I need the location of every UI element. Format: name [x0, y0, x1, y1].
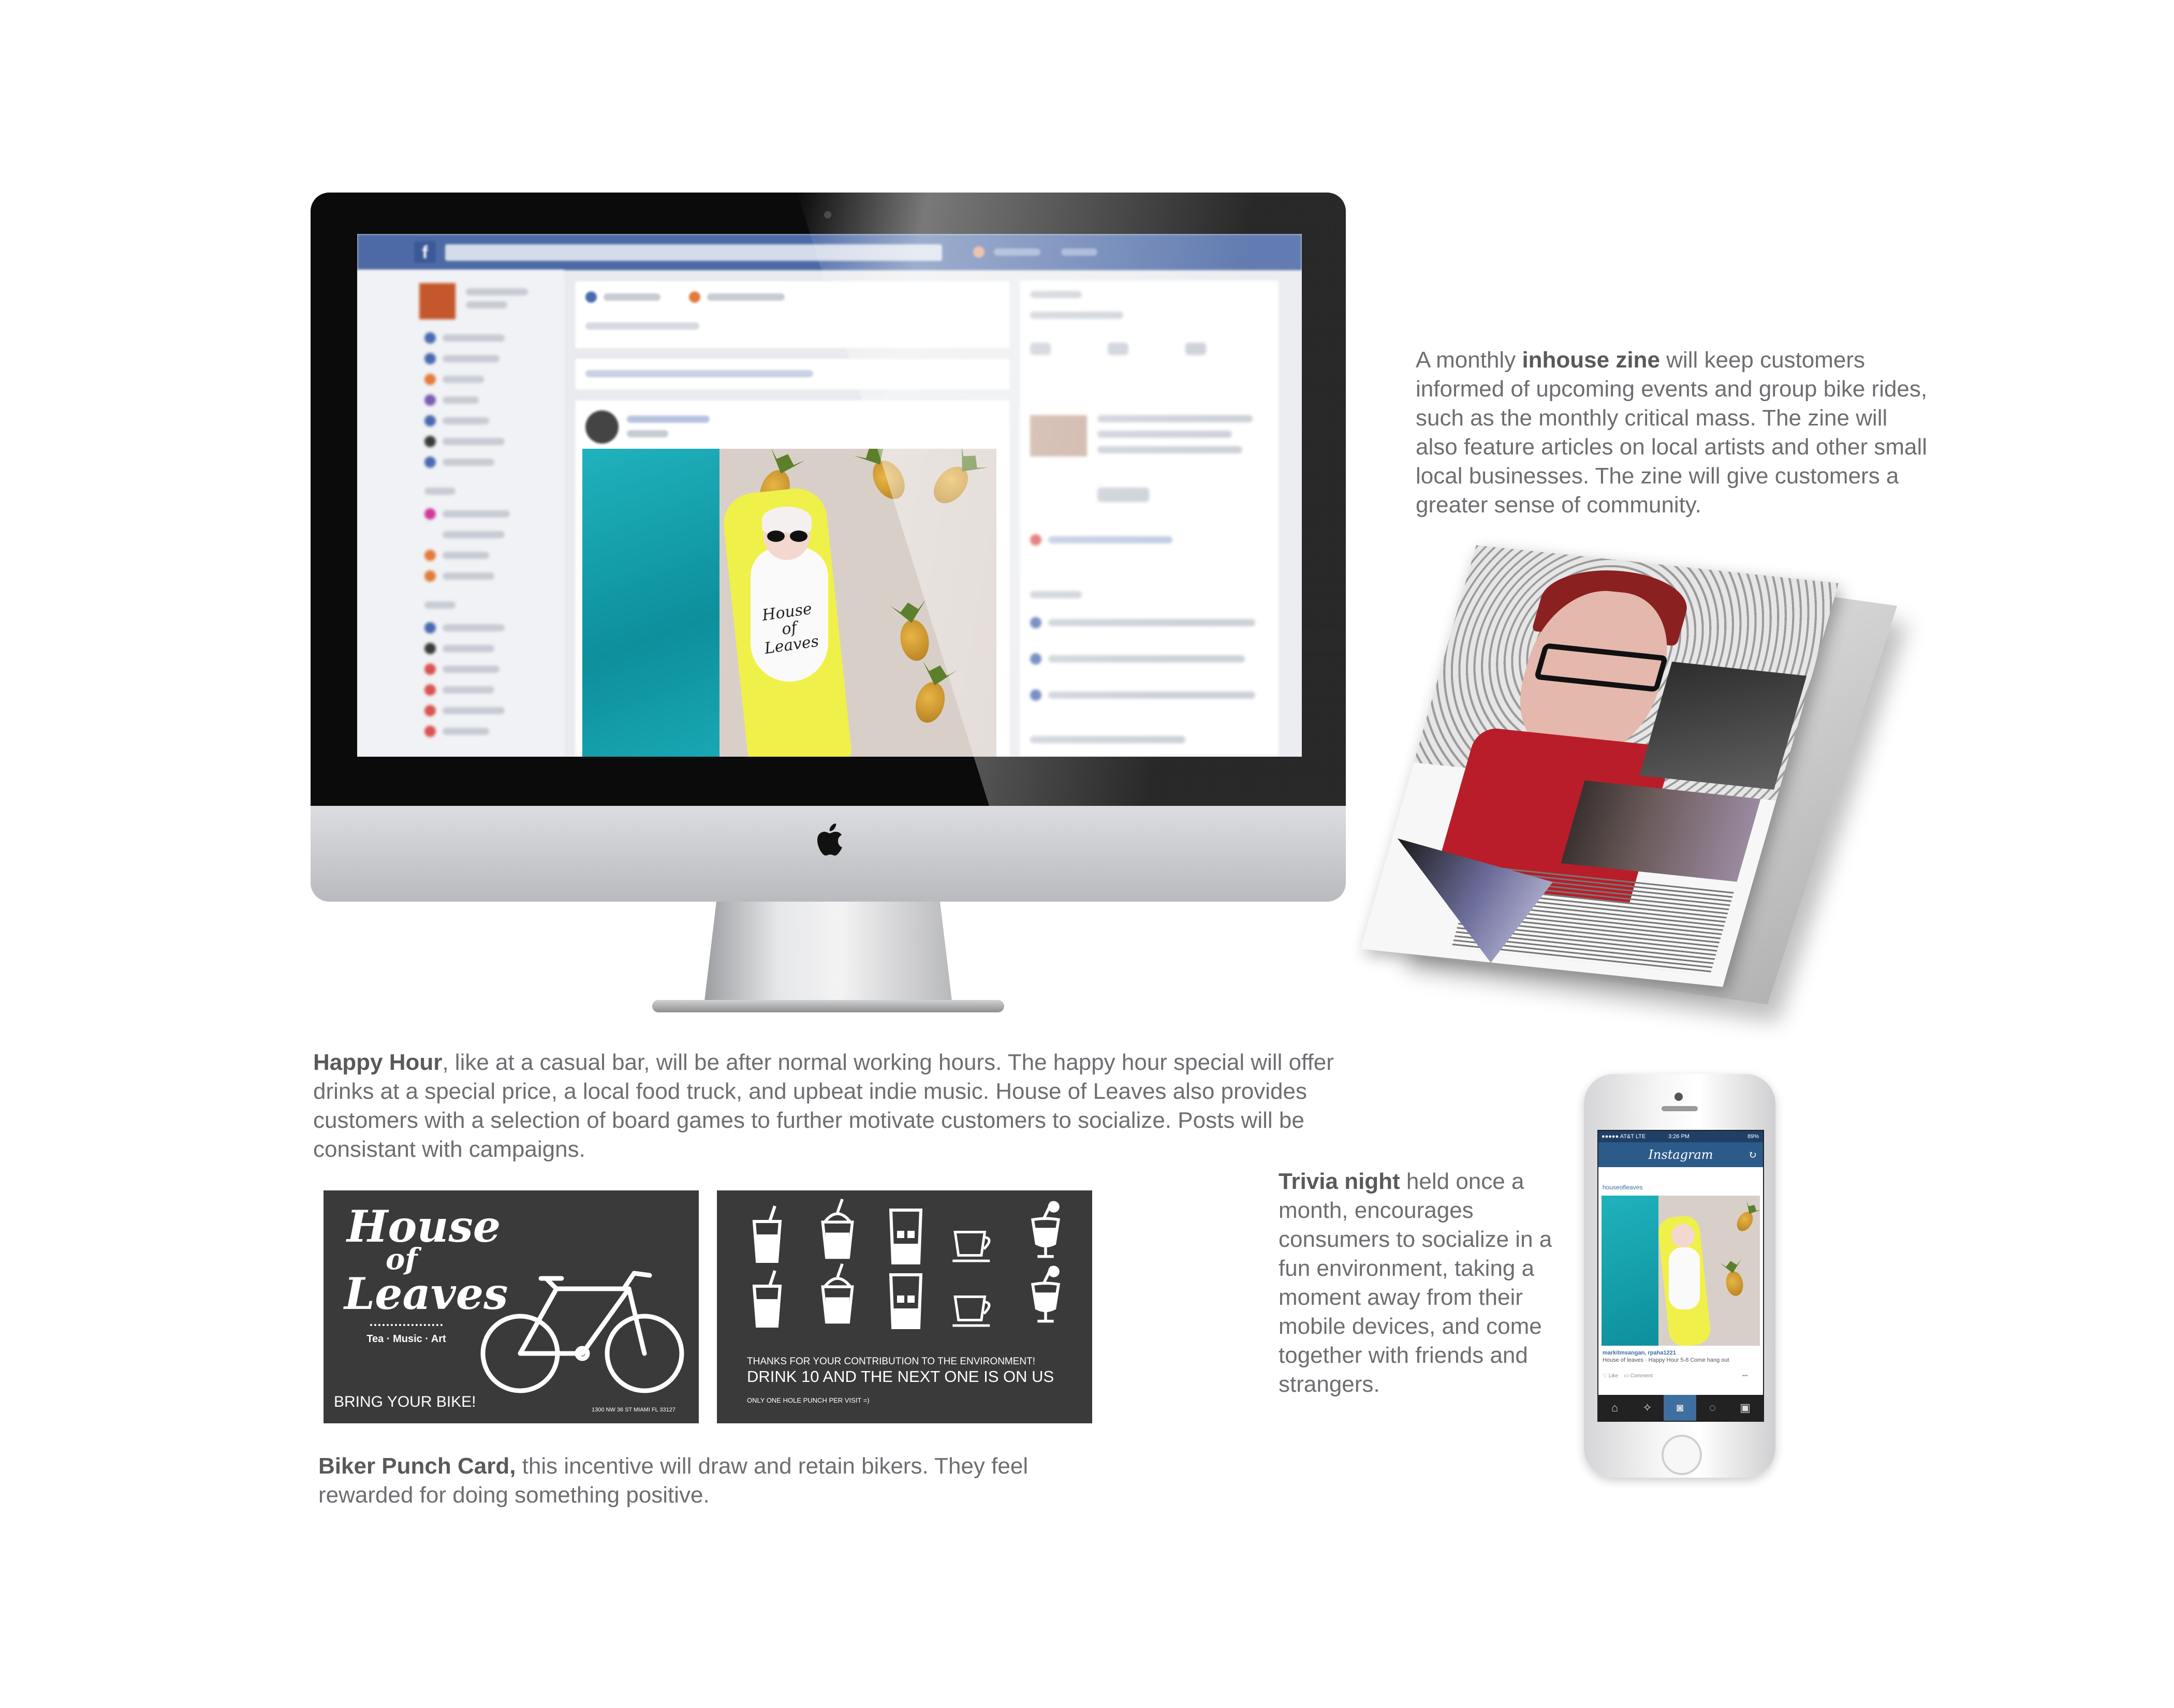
- happy-hour-rest: , like at a casual bar, will be after no…: [313, 1050, 1334, 1162]
- punch-drink-cocktail-1: [1031, 1201, 1061, 1258]
- instagram-caption: markitmsangan, rpaha1221 House of leaves…: [1603, 1349, 1758, 1364]
- profile-icon[interactable]: ▣: [1729, 1395, 1761, 1421]
- punch-drink-soda-2: [752, 1270, 782, 1328]
- home-icon[interactable]: ⌂: [1598, 1395, 1631, 1421]
- card-cta: BRING YOUR BIKE!: [334, 1393, 476, 1410]
- facebook-logo-icon: f: [414, 241, 436, 263]
- punch-drink-cup-2: [952, 1295, 991, 1327]
- trivia-description: Trivia night held once a month, encourag…: [1279, 1167, 1561, 1399]
- card-tagline: Tea · Music · Art: [366, 1333, 446, 1345]
- activity-icon[interactable]: ◌: [1696, 1395, 1729, 1421]
- punch-drink-iced-2: [889, 1273, 923, 1329]
- status-time: 3:26 PM: [1668, 1133, 1690, 1140]
- card-address: 1300 NW 36 ST MIAMI FL 33127: [592, 1407, 676, 1413]
- imac-stand: [704, 902, 952, 1005]
- instagram-logo: Instagram: [1648, 1147, 1713, 1162]
- more-icon[interactable]: •••: [1742, 1373, 1748, 1379]
- punch-drink-iced-1: [889, 1209, 923, 1264]
- imac-mockup: f House of Leaves: [311, 193, 1346, 1021]
- bicycle-icon: [480, 1271, 684, 1393]
- imac-foot: [652, 1000, 1004, 1012]
- instagram-actions: ♡ Like ▭ Comment •••: [1603, 1373, 1748, 1379]
- zine-text-bold: inhouse zine: [1522, 347, 1660, 373]
- card-thanks: THANKS FOR YOUR CONTRIBUTION TO THE ENVI…: [747, 1356, 1036, 1367]
- trivia-text-rest: held once a month, encourages consumers …: [1279, 1169, 1552, 1397]
- iphone-mockup: ●●●●● AT&T LTE 3:26 PM 89% Instagram ↻ h…: [1584, 1074, 1775, 1478]
- card-logo-divider: [370, 1324, 443, 1326]
- like-label: Like: [1608, 1373, 1619, 1379]
- imac-bezel: f House of Leaves: [311, 193, 1346, 806]
- zine-text-rest: will keep customers informed of upcoming…: [1416, 347, 1928, 518]
- comment-label: Comment: [1630, 1373, 1653, 1379]
- happy-hour-bold: Happy Hour: [313, 1050, 443, 1075]
- caption-likes: markitmsangan, rpaha1221: [1603, 1350, 1676, 1356]
- punch-card-back: THANKS FOR YOUR CONTRIBUTION TO THE ENVI…: [717, 1190, 1092, 1423]
- iphone-camera: [1674, 1093, 1683, 1101]
- status-carrier: ●●●●● AT&T LTE: [1602, 1133, 1646, 1140]
- iphone-home-button[interactable]: [1662, 1435, 1702, 1475]
- comment-button[interactable]: ▭ Comment: [1624, 1373, 1653, 1379]
- card-offer: DRINK 10 AND THE NEXT ONE IS ON US: [747, 1367, 1054, 1386]
- punch-drink-smoothie-2: [821, 1263, 854, 1324]
- status-battery: 89%: [1747, 1133, 1759, 1140]
- punch-drink-smoothie-1: [821, 1198, 854, 1259]
- card-logo-house: House: [347, 1201, 501, 1252]
- pool-water: [582, 449, 719, 757]
- refresh-icon[interactable]: ↻: [1748, 1142, 1757, 1167]
- like-button[interactable]: ♡ Like: [1603, 1373, 1618, 1379]
- zine-description: A monthly inhouse zine will keep custome…: [1416, 346, 1933, 520]
- instagram-screen: ●●●●● AT&T LTE 3:26 PM 89% Instagram ↻ h…: [1597, 1130, 1764, 1422]
- explore-icon[interactable]: ✧: [1631, 1395, 1664, 1421]
- zine-text-start: A monthly: [1416, 347, 1522, 373]
- iphone-speaker: [1662, 1106, 1698, 1111]
- camera-icon[interactable]: ◙: [1664, 1395, 1696, 1421]
- trivia-text-bold: Trivia night: [1279, 1169, 1400, 1194]
- instagram-header: Instagram ↻: [1598, 1142, 1763, 1167]
- biker-text-bold: Biker Punch Card,: [318, 1453, 516, 1479]
- punch-drink-cup-1: [952, 1231, 991, 1262]
- phone-status-bar: ●●●●● AT&T LTE 3:26 PM 89%: [1598, 1131, 1763, 1142]
- punch-drink-cocktail-2: [1031, 1265, 1061, 1323]
- zine-magazine-mockup: [1360, 545, 1898, 1014]
- apple-icon: [815, 821, 846, 859]
- punch-drink-soda-1: [752, 1205, 782, 1263]
- facebook-left-sidebar: [357, 270, 564, 757]
- instagram-post-user[interactable]: houseofleaves: [1603, 1184, 1642, 1191]
- card-rule: ONLY ONE HOLE PUNCH PER VISIT =): [747, 1396, 870, 1404]
- instagram-post-photo: [1602, 1196, 1760, 1346]
- punch-card-front: House of Leaves Tea · Music · Art BRING …: [324, 1190, 699, 1423]
- biker-card-description: Biker Punch Card, this incentive will dr…: [318, 1452, 1095, 1510]
- caption-text: House of leaves · Happy Hour 5-8 Come ha…: [1603, 1357, 1729, 1363]
- happy-hour-description: Happy Hour, like at a casual bar, will b…: [313, 1048, 1348, 1164]
- shirt-text: House of Leaves: [761, 599, 820, 658]
- instagram-tab-bar: ⌂ ✧ ◙ ◌ ▣: [1598, 1395, 1763, 1421]
